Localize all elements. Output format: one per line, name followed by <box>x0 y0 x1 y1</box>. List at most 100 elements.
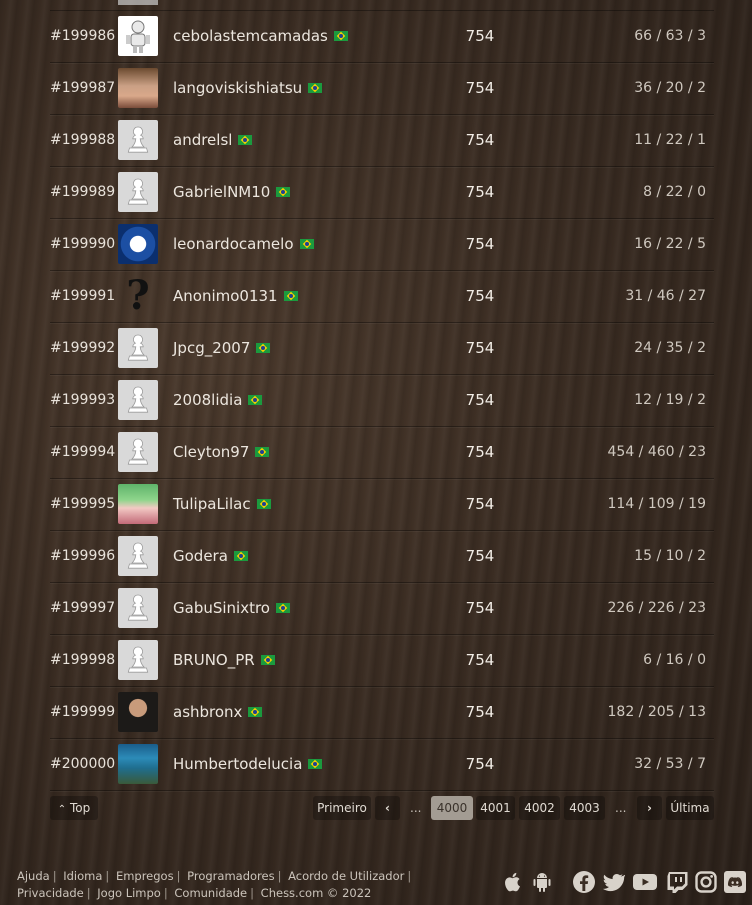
youtube-icon[interactable] <box>632 870 658 894</box>
username-link[interactable]: BRUNO_PR <box>173 651 255 669</box>
username-link[interactable]: andrelsl <box>173 131 232 149</box>
brazil-flag-icon <box>238 134 253 145</box>
rating: 754 <box>465 131 495 149</box>
apple-icon[interactable] <box>501 870 525 894</box>
win-loss-draw: 12 / 19 / 2 <box>634 392 706 408</box>
username-cell: TulipaLilac <box>173 479 271 530</box>
discord-icon[interactable] <box>723 870 747 894</box>
avatar[interactable] <box>118 224 158 264</box>
table-row: #199988 andrelsl 754 11 / 22 / 1 <box>50 115 714 167</box>
page-button-4002[interactable]: 4002 <box>519 796 560 820</box>
username-link[interactable]: TulipaLilac <box>173 495 251 513</box>
rank: #199986 <box>50 28 116 44</box>
page-button-4001[interactable]: 4001 <box>476 796 515 820</box>
rank: #199991 <box>50 288 116 304</box>
android-icon[interactable] <box>530 870 554 894</box>
footer-link-empregos[interactable]: Empregos <box>116 869 174 883</box>
rank: #200000 <box>50 756 116 772</box>
brazil-flag-icon <box>255 446 270 457</box>
footer-link-programadores[interactable]: Programadores <box>187 869 274 883</box>
avatar[interactable] <box>118 120 158 160</box>
win-loss-draw: 15 / 10 / 2 <box>634 548 706 564</box>
avatar[interactable] <box>118 588 158 628</box>
table-row: #200000 Humbertodelucia 754 32 / 53 / 7 <box>50 739 714 791</box>
avatar[interactable] <box>118 692 158 732</box>
username-link[interactable]: Jpcg_2007 <box>173 339 250 357</box>
footer-link-idioma[interactable]: Idioma <box>63 869 102 883</box>
twitch-icon[interactable] <box>665 870 689 894</box>
footer-link-comunidade[interactable]: Comunidade <box>174 886 247 900</box>
top-label: Top <box>69 801 91 815</box>
username-link[interactable]: GabrielNM10 <box>173 183 270 201</box>
footer-copyright: Chess.com © 2022 <box>260 886 372 900</box>
username-link[interactable]: GabuSinixtro <box>173 599 270 617</box>
win-loss-draw: 36 / 20 / 2 <box>634 80 706 96</box>
username-link[interactable]: leonardocamelo <box>173 235 294 253</box>
rating: 754 <box>465 339 495 357</box>
username-cell: cebolastemcamadas <box>173 11 348 62</box>
page-button-4003[interactable]: 4003 <box>564 796 605 820</box>
rating: 754 <box>465 443 495 461</box>
rank: #199989 <box>50 184 116 200</box>
username-cell: Cleyton97 <box>173 427 270 478</box>
username-link[interactable]: Humbertodelucia <box>173 755 302 773</box>
avatar[interactable] <box>118 68 158 108</box>
footer-link-acordo[interactable]: Acordo de Utilizador <box>288 869 404 883</box>
instagram-icon[interactable] <box>694 870 718 894</box>
username-link[interactable]: Anonimo0131 <box>173 287 278 305</box>
username-link[interactable]: 2008lidia <box>173 391 242 409</box>
chevron-up-icon: ⌃ <box>57 804 67 815</box>
chevron-right-icon: › <box>647 801 652 815</box>
avatar[interactable] <box>118 744 158 784</box>
first-page-button[interactable]: Primeiro <box>313 796 371 820</box>
rating: 754 <box>465 547 495 565</box>
footer-link-privacidade[interactable]: Privacidade <box>17 886 84 900</box>
rating: 754 <box>465 755 495 773</box>
avatar[interactable] <box>118 536 158 576</box>
avatar[interactable] <box>118 380 158 420</box>
table-row: #199987 langoviskishiatsu 754 36 / 20 / 2 <box>50 63 714 115</box>
table-row: #199989 GabrielNM10 754 8 / 22 / 0 <box>50 167 714 219</box>
avatar[interactable]: ? <box>118 276 158 316</box>
username-link[interactable]: Cleyton97 <box>173 443 249 461</box>
username-link[interactable]: langoviskishiatsu <box>173 79 302 97</box>
brazil-flag-icon <box>233 550 248 561</box>
rating: 754 <box>465 703 495 721</box>
avatar[interactable] <box>118 328 158 368</box>
username-link[interactable]: ashbronx <box>173 703 242 721</box>
avatar[interactable] <box>118 432 158 472</box>
footer-link-ajuda[interactable]: Ajuda <box>17 869 50 883</box>
avatar[interactable] <box>118 172 158 212</box>
username-cell: Jpcg_2007 <box>173 323 271 374</box>
rank: #199992 <box>50 340 116 356</box>
back-to-top-button[interactable]: ⌃ Top <box>50 796 98 820</box>
rank: #199998 <box>50 652 116 668</box>
avatar[interactable] <box>118 16 158 56</box>
avatar[interactable] <box>118 484 158 524</box>
footer-link-jogo-limpo[interactable]: Jogo Limpo <box>97 886 161 900</box>
username-link[interactable]: cebolastemcamadas <box>173 27 328 45</box>
username-cell: BRUNO_PR <box>173 635 275 686</box>
win-loss-draw: 182 / 205 / 13 <box>607 704 707 720</box>
username-cell: Godera <box>173 531 248 582</box>
brazil-flag-icon <box>248 394 263 405</box>
username-link[interactable]: Godera <box>173 547 228 565</box>
table-row: #199996 Godera 754 15 / 10 / 2 <box>50 531 714 583</box>
footer-links: Ajuda | Idioma | Empregos | Programadores | … <box>17 869 412 900</box>
rank: #199993 <box>50 392 116 408</box>
rank: #199999 <box>50 704 116 720</box>
rating: 754 <box>465 599 495 617</box>
page-button-4000[interactable]: 4000 <box>431 796 473 820</box>
last-page-button[interactable]: Última <box>666 796 714 820</box>
win-loss-draw: 31 / 46 / 27 <box>625 288 706 304</box>
win-loss-draw: 6 / 16 / 0 <box>643 652 706 668</box>
chevron-left-icon: ‹ <box>385 801 390 815</box>
facebook-icon[interactable] <box>572 870 596 894</box>
previous-page-button[interactable]: ‹ <box>375 796 400 820</box>
avatar[interactable] <box>118 640 158 680</box>
next-page-button[interactable]: › <box>637 796 662 820</box>
username-cell: Anonimo0131 <box>173 271 298 322</box>
twitter-icon[interactable] <box>601 870 625 894</box>
rank: #199990 <box>50 236 116 252</box>
brazil-flag-icon <box>333 30 348 41</box>
